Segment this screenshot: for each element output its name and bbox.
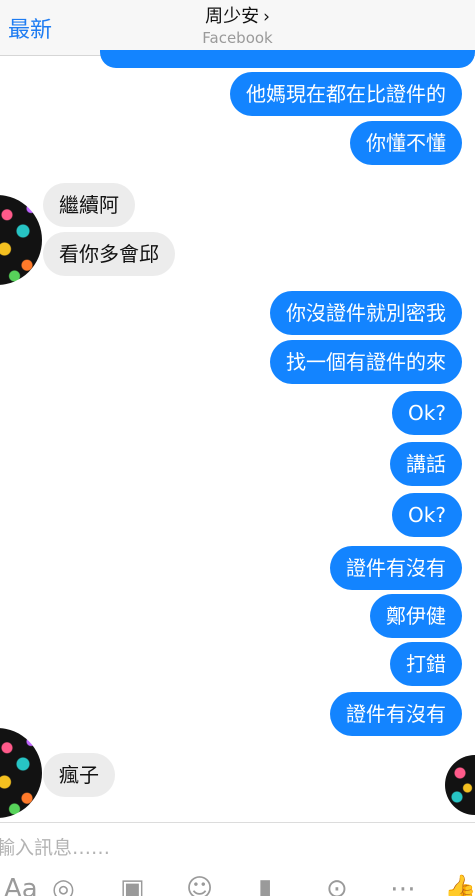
message-bubble-outgoing[interactable]: 鄭伊健 xyxy=(370,594,462,638)
message-bubble-outgoing[interactable]: Ok? xyxy=(392,493,462,537)
text-icon[interactable]: Aa xyxy=(4,876,38,896)
message-bubble-outgoing[interactable]: 打錯 xyxy=(390,642,462,686)
message-bubble-outgoing[interactable]: 找一個有證件的來 xyxy=(270,340,462,384)
more-icon[interactable]: ⋯ xyxy=(390,876,416,896)
read-receipt-avatar xyxy=(445,755,475,815)
location-icon[interactable]: ⊙ xyxy=(326,876,348,896)
gallery-icon[interactable]: ▣ xyxy=(120,876,145,896)
chevron-right-icon: › xyxy=(263,7,270,27)
message-bubble-outgoing[interactable]: Ok? xyxy=(392,391,462,435)
contact-avatar[interactable] xyxy=(0,195,42,285)
message-input[interactable]: 輸入訊息…… xyxy=(0,833,110,860)
like-icon[interactable]: 👍 xyxy=(444,876,475,896)
message-bubble-outgoing[interactable]: 你懂不懂 xyxy=(350,121,462,165)
message-bubble-incoming[interactable]: 瘋子 xyxy=(43,753,115,797)
camera-icon[interactable]: ◎ xyxy=(52,876,75,896)
message-bubble-outgoing[interactable]: 他媽現在都在比證件的 xyxy=(230,72,462,116)
platform-label: Facebook xyxy=(202,29,273,47)
microphone-icon[interactable]: ▮ xyxy=(258,876,272,896)
composer-toolbar: Aa ◎ ▣ ☺ ▮ ⊙ ⋯ 👍 xyxy=(0,876,475,896)
message-bubble-partial xyxy=(100,50,475,68)
conversation-title[interactable]: 周少安 › Facebook xyxy=(0,2,475,47)
message-composer: 輸入訊息…… Aa ◎ ▣ ☺ ▮ ⊙ ⋯ 👍 xyxy=(0,822,475,896)
sticker-icon[interactable]: ☺ xyxy=(186,876,213,896)
message-bubble-incoming[interactable]: 看你多會邱 xyxy=(43,232,175,276)
contact-name: 周少安 xyxy=(205,6,260,27)
message-bubble-outgoing[interactable]: 證件有沒有 xyxy=(330,692,462,736)
message-bubble-outgoing[interactable]: 你沒證件就別密我 xyxy=(270,291,462,335)
conversation-header: 最新 周少安 › Facebook xyxy=(0,0,475,56)
contact-avatar[interactable] xyxy=(0,728,42,818)
message-bubble-outgoing[interactable]: 講話 xyxy=(390,442,462,486)
message-bubble-outgoing[interactable]: 證件有沒有 xyxy=(330,546,462,590)
message-bubble-incoming[interactable]: 繼續阿 xyxy=(43,183,135,227)
